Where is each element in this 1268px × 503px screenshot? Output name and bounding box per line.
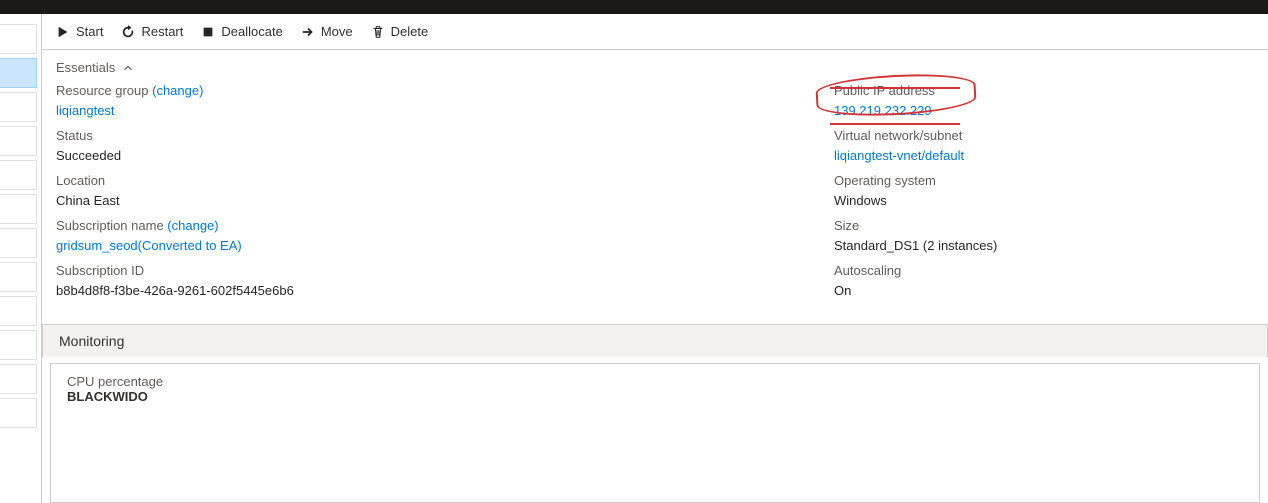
delete-button-label: Delete	[391, 24, 429, 39]
nav-tile-active[interactable]	[0, 58, 37, 88]
resource-group-change-link[interactable]: (change)	[152, 83, 203, 98]
size-value: Standard_DS1 (2 instances)	[834, 236, 1254, 256]
delete-button[interactable]: Delete	[371, 24, 429, 39]
essentials-header[interactable]: Essentials	[42, 50, 1268, 81]
nav-tile[interactable]	[0, 24, 37, 54]
nav-tile[interactable]	[0, 160, 37, 190]
subscription-change-link[interactable]: (change)	[167, 218, 218, 233]
subscription-id-value: b8b4d8f8-f3be-426a-9261-602f5445e6b6	[56, 281, 834, 301]
resource-group-label: Resource group	[56, 83, 149, 98]
cpu-percentage-card[interactable]: CPU percentage BLACKWIDO	[50, 363, 1260, 503]
nav-tile[interactable]	[0, 364, 37, 394]
subscription-name-value[interactable]: gridsum_seod(Converted to EA)	[56, 236, 834, 256]
essentials-header-label: Essentials	[56, 60, 115, 75]
annotation-strike	[830, 123, 960, 125]
deallocate-button-label: Deallocate	[221, 24, 282, 39]
stop-icon	[201, 25, 215, 39]
cpu-card-title: CPU percentage	[67, 374, 1243, 389]
nav-tile[interactable]	[0, 228, 37, 258]
move-button-label: Move	[321, 24, 353, 39]
os-value: Windows	[834, 191, 1254, 211]
status-value: Succeeded	[56, 146, 834, 166]
status-label: Status	[56, 126, 834, 146]
essentials-panel: Resource group (change) liqiangtest Stat…	[42, 81, 1268, 320]
nav-tile[interactable]	[0, 398, 37, 428]
nav-tile[interactable]	[0, 296, 37, 326]
arrow-right-icon	[301, 25, 315, 39]
start-button[interactable]: Start	[56, 24, 103, 39]
location-label: Location	[56, 171, 834, 191]
nav-tile[interactable]	[0, 330, 37, 360]
nav-tile[interactable]	[0, 126, 37, 156]
autoscaling-label: Autoscaling	[834, 261, 1254, 281]
move-button[interactable]: Move	[301, 24, 353, 39]
restart-button-label: Restart	[141, 24, 183, 39]
chevron-up-icon	[123, 63, 133, 73]
cpu-card-subtitle: BLACKWIDO	[67, 389, 1243, 404]
nav-tile[interactable]	[0, 194, 37, 224]
vnet-value[interactable]: liqiangtest-vnet/default	[834, 146, 1254, 166]
public-ip-value[interactable]: 139.219.232.229	[834, 101, 1254, 121]
vnet-label: Virtual network/subnet	[834, 126, 1254, 146]
os-label: Operating system	[834, 171, 1254, 191]
subscription-id-label: Subscription ID	[56, 261, 834, 281]
subscription-name-label: Subscription name	[56, 218, 164, 233]
nav-tile[interactable]	[0, 92, 37, 122]
restart-button[interactable]: Restart	[121, 24, 183, 39]
resource-group-value[interactable]: liqiangtest	[56, 101, 834, 121]
monitoring-section-header: Monitoring	[42, 324, 1268, 357]
size-label: Size	[834, 216, 1254, 236]
deallocate-button[interactable]: Deallocate	[201, 24, 282, 39]
location-value: China East	[56, 191, 834, 211]
left-nav-rail	[0, 14, 42, 503]
start-button-label: Start	[76, 24, 103, 39]
top-bar	[0, 0, 1268, 14]
play-icon	[56, 25, 70, 39]
autoscaling-value: On	[834, 281, 1254, 301]
public-ip-label: Public IP address	[834, 81, 1254, 101]
trash-icon	[371, 25, 385, 39]
restart-icon	[121, 25, 135, 39]
command-bar: Start Restart Deallocate Move Delete	[42, 14, 1268, 50]
nav-tile[interactable]	[0, 262, 37, 292]
